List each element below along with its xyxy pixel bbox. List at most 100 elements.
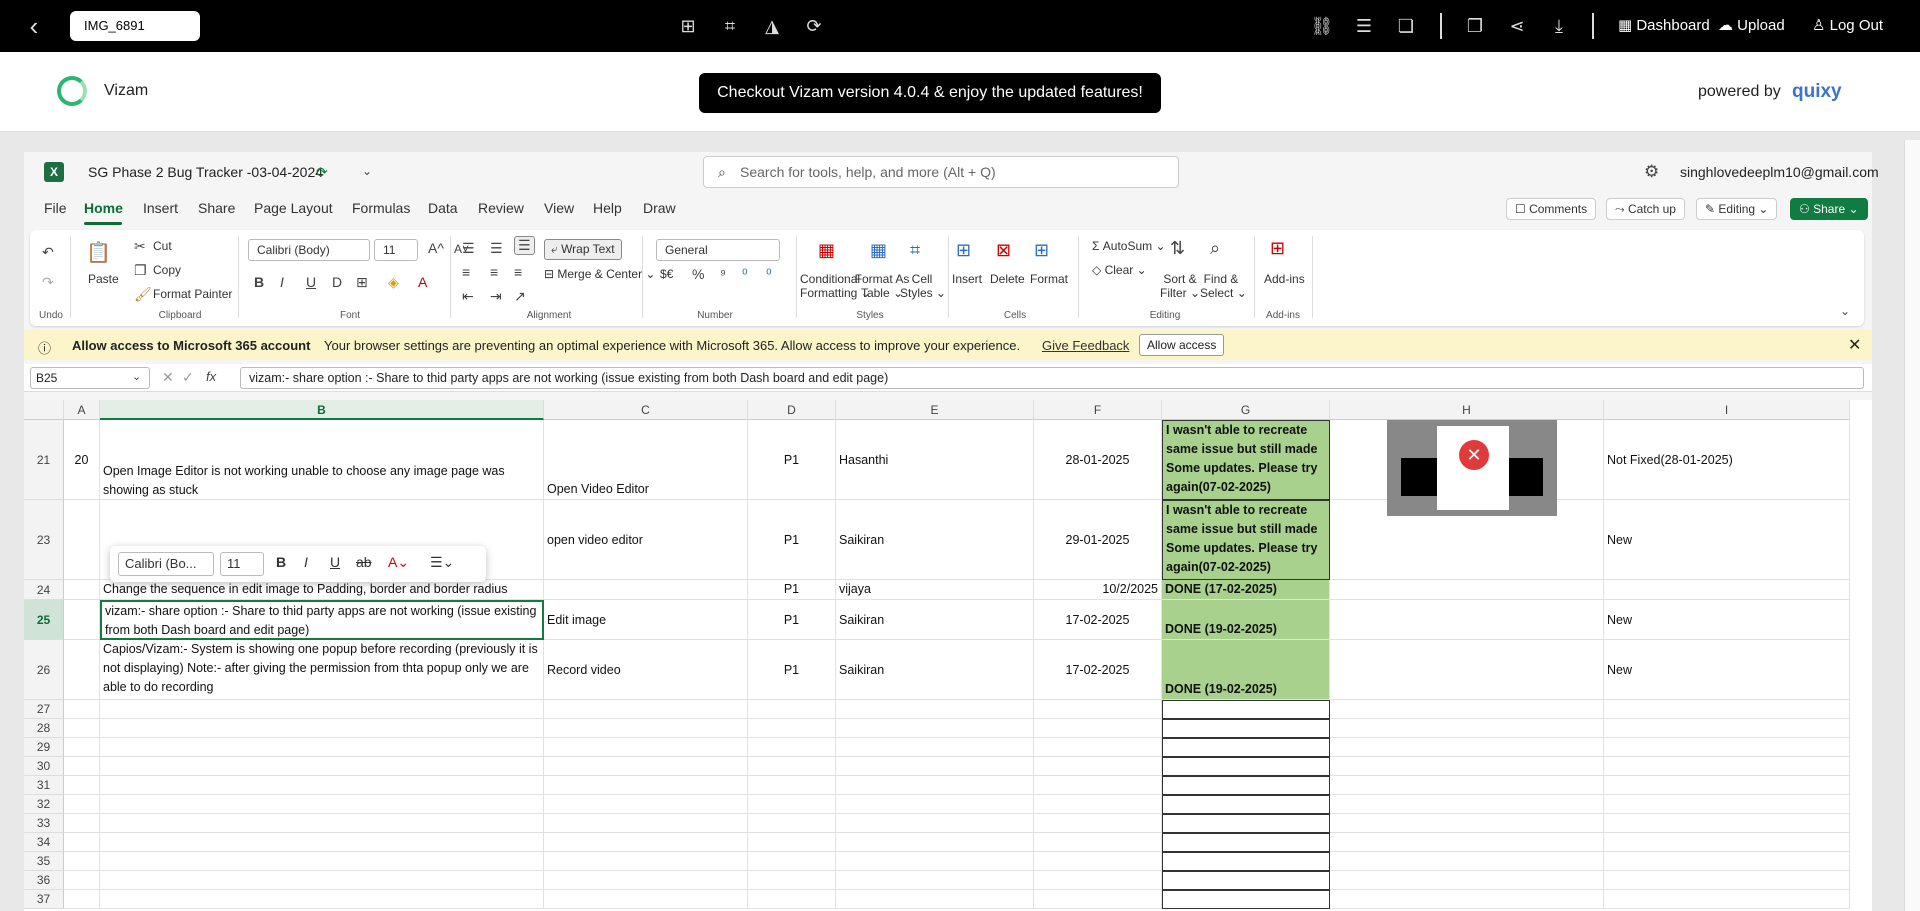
align-bottom-icon[interactable]: ☰: [514, 236, 535, 255]
bold-icon[interactable]: B: [254, 274, 264, 290]
filename-field[interactable]: IMG_6891: [70, 11, 200, 41]
delete-cells-button[interactable]: Delete: [990, 272, 1025, 286]
cell[interactable]: [1604, 871, 1850, 890]
row-header[interactable]: 35: [24, 852, 64, 871]
increase-decimal-icon[interactable]: ⁰: [742, 266, 748, 283]
cell[interactable]: [544, 700, 748, 719]
orientation-icon[interactable]: ↗: [514, 288, 526, 305]
conditional-formatting-icon[interactable]: ▦: [818, 240, 835, 261]
tab-page-layout[interactable]: Page Layout: [254, 200, 333, 216]
cell[interactable]: [64, 871, 100, 890]
cell[interactable]: 29-01-2025: [1034, 500, 1162, 580]
italic-icon[interactable]: I: [304, 554, 308, 570]
row-header[interactable]: 25: [24, 600, 64, 640]
align-middle-icon[interactable]: ☰: [490, 240, 503, 257]
formula-input[interactable]: vizam:- share option :- Share to thid pa…: [240, 367, 1864, 389]
row-header[interactable]: 30: [24, 757, 64, 776]
cell[interactable]: DONE (17-02-2025): [1162, 580, 1330, 600]
format-cells-button[interactable]: Format: [1030, 272, 1068, 286]
cell[interactable]: [1604, 719, 1850, 738]
account-email[interactable]: singhlovedeeplm10@gmail.com: [1680, 164, 1879, 180]
cell[interactable]: [1604, 833, 1850, 852]
excel-icon[interactable]: X: [44, 162, 64, 182]
cell[interactable]: [1034, 814, 1162, 833]
copy-icon[interactable]: ❐: [1463, 14, 1487, 38]
tab-data[interactable]: Data: [428, 200, 458, 216]
cell[interactable]: [1604, 700, 1850, 719]
cell[interactable]: [748, 890, 836, 909]
flip-icon[interactable]: ◮: [760, 14, 784, 38]
cell[interactable]: Saikiran: [836, 600, 1034, 640]
row-header[interactable]: 34: [24, 833, 64, 852]
cell[interactable]: [836, 719, 1034, 738]
fill-color-icon[interactable]: ◈: [388, 274, 399, 291]
col-header-d[interactable]: D: [748, 400, 836, 420]
cell[interactable]: New: [1604, 500, 1850, 580]
cell[interactable]: [64, 795, 100, 814]
row-header[interactable]: 32: [24, 795, 64, 814]
cell[interactable]: [748, 871, 836, 890]
tab-file[interactable]: File: [44, 200, 67, 216]
vertical-scrollbar[interactable]: [1904, 140, 1920, 911]
undo-icon[interactable]: ↶: [42, 244, 54, 261]
search-input[interactable]: Search for tools, help, and more (Alt + …: [703, 156, 1179, 188]
strikethrough-icon[interactable]: ab: [356, 554, 372, 570]
row-header[interactable]: 28: [24, 719, 64, 738]
cell[interactable]: New: [1604, 600, 1850, 640]
cell[interactable]: [64, 890, 100, 909]
underline-icon[interactable]: U: [330, 554, 340, 570]
document-title[interactable]: SG Phase 2 Bug Tracker -03-04-2024: [88, 164, 323, 180]
cell[interactable]: Saikiran: [836, 500, 1034, 580]
cell[interactable]: [1330, 757, 1604, 776]
embedded-image[interactable]: ✕: [1387, 420, 1557, 516]
cut-icon[interactable]: ✂: [134, 238, 146, 255]
cell[interactable]: [1604, 757, 1850, 776]
cell[interactable]: [836, 757, 1034, 776]
decrease-decimal-icon[interactable]: ⁰: [766, 266, 772, 283]
number-format-select[interactable]: General: [656, 239, 780, 261]
cell[interactable]: [64, 580, 100, 600]
cell[interactable]: [1330, 600, 1604, 640]
cell[interactable]: P1: [748, 600, 836, 640]
col-header-h[interactable]: H: [1330, 400, 1604, 420]
cell[interactable]: [1604, 738, 1850, 757]
delete-cells-icon[interactable]: ⊠: [996, 240, 1011, 261]
cancel-icon[interactable]: ✕: [162, 369, 174, 386]
cell[interactable]: [100, 852, 544, 871]
tab-view[interactable]: View: [544, 200, 574, 216]
sort-filter-icon[interactable]: ⇅: [1170, 238, 1185, 259]
double-underline-icon[interactable]: D: [332, 274, 342, 290]
borders-icon[interactable]: ⊞: [356, 274, 368, 291]
cell[interactable]: [1604, 580, 1850, 600]
cell[interactable]: [1034, 776, 1162, 795]
cell[interactable]: [1034, 719, 1162, 738]
cell[interactable]: [100, 871, 544, 890]
decrease-indent-icon[interactable]: ⇤: [462, 288, 474, 305]
align-top-icon[interactable]: ☰: [462, 240, 475, 257]
cell[interactable]: [1604, 890, 1850, 909]
cell[interactable]: [64, 719, 100, 738]
align-icon[interactable]: ☰⌄: [430, 554, 454, 571]
cell[interactable]: [1034, 738, 1162, 757]
cell[interactable]: [1034, 700, 1162, 719]
cell[interactable]: [544, 833, 748, 852]
cell[interactable]: [1330, 871, 1604, 890]
close-icon[interactable]: ✕: [1848, 335, 1861, 355]
increase-indent-icon[interactable]: ⇥: [490, 288, 502, 305]
resize-icon[interactable]: ⊞: [676, 14, 700, 38]
cell[interactable]: [1604, 795, 1850, 814]
cell[interactable]: Saikiran: [836, 640, 1034, 700]
cell[interactable]: [748, 719, 836, 738]
col-header-g[interactable]: G: [1162, 400, 1330, 420]
copy-button[interactable]: Copy: [153, 263, 181, 277]
row-header[interactable]: 24: [24, 580, 64, 600]
cell[interactable]: [1604, 776, 1850, 795]
cell[interactable]: [100, 700, 544, 719]
cell[interactable]: [748, 795, 836, 814]
cell[interactable]: P1: [748, 580, 836, 600]
comments-button[interactable]: ☐ Comments: [1506, 198, 1597, 220]
percent-icon[interactable]: %: [692, 266, 704, 282]
row-header[interactable]: 26: [24, 640, 64, 700]
cell[interactable]: [1330, 719, 1604, 738]
cut-button[interactable]: Cut: [153, 239, 172, 253]
